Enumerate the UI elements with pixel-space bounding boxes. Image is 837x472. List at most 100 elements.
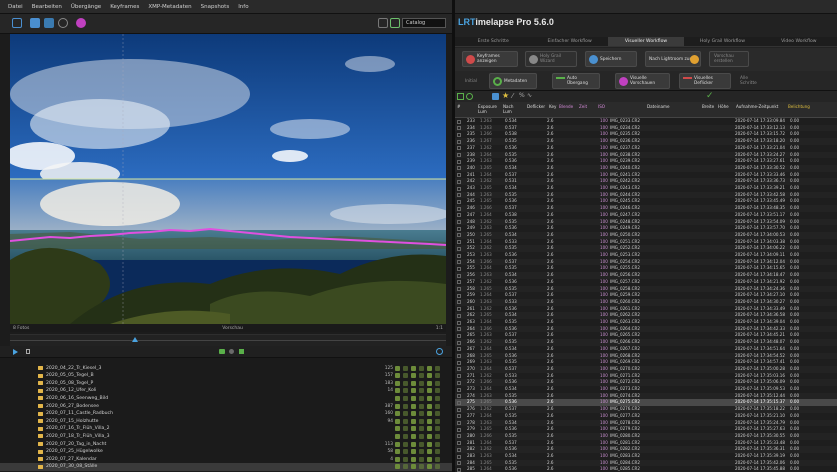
table-row[interactable]: 281 1.264 0.537 2.6 100 IMG_0281.CR2 2020-07-1… bbox=[455, 440, 837, 447]
stop-icon[interactable] bbox=[26, 349, 30, 354]
table-row[interactable]: 284 1.265 0.535 2.6 100 IMG_0284.CR2 2020-07-1… bbox=[455, 459, 837, 467]
keyframe-marker[interactable] bbox=[411, 441, 416, 447]
row-checkbox[interactable] bbox=[457, 340, 461, 345]
keyframe-marker[interactable] bbox=[419, 373, 424, 379]
keyframe-marker[interactable] bbox=[435, 418, 440, 424]
create-preview-button[interactable]: Vorschau erstellen bbox=[709, 51, 749, 67]
keyframe-marker[interactable] bbox=[411, 411, 416, 417]
keyframe-marker[interactable] bbox=[403, 403, 408, 409]
row-checkbox[interactable] bbox=[457, 333, 461, 338]
search-input[interactable]: Catalog bbox=[402, 18, 446, 28]
col-aperture[interactable]: Blende bbox=[559, 104, 573, 109]
tab-visual-workflow[interactable]: Visueller Workflow bbox=[607, 37, 685, 46]
keyframe-marker[interactable] bbox=[435, 441, 440, 447]
table-row[interactable]: 242 1.262 0.531 2.6 100 IMG_0242.CR2 2020-07-1… bbox=[455, 178, 837, 185]
auto-transition-button[interactable]: Auto Übergang bbox=[552, 73, 600, 89]
keyframe-marker[interactable] bbox=[435, 426, 440, 432]
table-row[interactable]: 251 1.264 0.533 2.6 100 IMG_0251.CR2 2020-07-1… bbox=[455, 239, 837, 246]
col-time[interactable]: Zeit bbox=[579, 104, 587, 109]
row-checkbox[interactable] bbox=[457, 119, 461, 124]
keyframe-marker[interactable] bbox=[435, 365, 440, 371]
row-checkbox[interactable] bbox=[457, 447, 461, 452]
keyframe-marker[interactable] bbox=[403, 456, 408, 462]
keyframe-marker[interactable] bbox=[419, 464, 424, 470]
keyframe-marker[interactable] bbox=[395, 449, 400, 455]
col-capture-time[interactable]: Aufnahme-Zeitpunkt bbox=[736, 104, 780, 109]
table-row[interactable]: 265 1.263 0.537 2.6 100 IMG_0265.CR2 2020-07-1… bbox=[455, 332, 837, 339]
menu-keyframes[interactable]: Keyframes bbox=[110, 4, 139, 10]
row-checkbox[interactable] bbox=[457, 153, 461, 157]
tree-item[interactable]: 2020_07_30_08_Ställe bbox=[0, 462, 452, 471]
keyframe-marker[interactable] bbox=[395, 403, 400, 409]
row-checkbox[interactable] bbox=[457, 146, 461, 151]
keyframe-marker[interactable] bbox=[403, 418, 408, 424]
tab-video-workflow[interactable]: Video Workflow bbox=[761, 37, 837, 46]
keyframe-marker[interactable] bbox=[427, 388, 432, 394]
row-checkbox[interactable] bbox=[457, 193, 461, 198]
keyframe-marker[interactable] bbox=[403, 426, 408, 432]
row-checkbox[interactable] bbox=[457, 394, 461, 399]
row-checkbox[interactable] bbox=[457, 206, 461, 211]
table-row[interactable]: 279 1.265 0.536 2.6 100 IMG_0279.CR2 2020-07-1… bbox=[455, 426, 837, 433]
keyframe-marker[interactable] bbox=[427, 403, 432, 409]
menu-datei[interactable]: Datei bbox=[8, 4, 23, 10]
tab-simple-workflow[interactable]: Einfacher Workflow bbox=[531, 37, 607, 46]
table-row[interactable]: 259 1.264 0.537 2.6 100 IMG_0259.CR2 2020-07-1… bbox=[455, 292, 837, 299]
table-row[interactable]: 234 1.263 0.537 2.6 100 IMG_0234.CR2 2020-07-1… bbox=[455, 124, 837, 132]
table-row[interactable]: 283 1.263 0.534 2.6 100 IMG_0283.CR2 2020-07-1… bbox=[455, 453, 837, 460]
tab-first-steps[interactable]: Erste Schritte bbox=[455, 37, 531, 46]
curve-icon[interactable]: ∿ bbox=[527, 92, 532, 100]
table-row[interactable]: 241 1.264 0.537 2.6 100 IMG_0241.CR2 2020-07-1… bbox=[455, 172, 837, 179]
row-checkbox[interactable] bbox=[457, 434, 461, 439]
table-row[interactable]: 257 1.262 0.536 2.6 100 IMG_0257.CR2 2020-07-1… bbox=[455, 279, 837, 286]
timeline-track[interactable] bbox=[10, 334, 446, 346]
row-checkbox[interactable] bbox=[457, 220, 461, 224]
select-all-icon[interactable] bbox=[457, 93, 464, 100]
keyframe-marker[interactable] bbox=[419, 456, 424, 462]
row-checkbox[interactable] bbox=[457, 287, 461, 291]
keyframe-marker[interactable] bbox=[427, 456, 432, 462]
table-row[interactable]: 272 1.266 0.536 2.6 100 IMG_0272.CR2 2020-07-1… bbox=[455, 379, 837, 386]
row-checkbox[interactable] bbox=[457, 273, 461, 278]
search-icon[interactable] bbox=[58, 18, 68, 28]
row-checkbox[interactable] bbox=[457, 421, 461, 425]
tab-holy-grail-workflow[interactable]: Holy Grail Workflow bbox=[684, 37, 760, 46]
row-checkbox[interactable] bbox=[457, 461, 461, 466]
keyframe-marker[interactable] bbox=[435, 395, 440, 401]
keyframe-marker[interactable] bbox=[427, 395, 432, 401]
expand-icon[interactable] bbox=[378, 18, 388, 28]
grid-icon[interactable] bbox=[390, 18, 400, 28]
menu-xmp[interactable]: XMP-Metadaten bbox=[148, 4, 191, 10]
row-checkbox[interactable] bbox=[457, 307, 461, 312]
initial-button[interactable]: Initial bbox=[462, 73, 486, 89]
keyframe-marker[interactable] bbox=[395, 464, 400, 470]
star-icon[interactable]: ★ bbox=[502, 92, 509, 100]
keyframe-marker[interactable] bbox=[427, 441, 432, 447]
row-checkbox[interactable] bbox=[457, 266, 461, 271]
keyframe-marker[interactable] bbox=[427, 433, 432, 439]
keyframe-marker[interactable] bbox=[427, 418, 432, 424]
table-row[interactable]: 270 1.264 0.537 2.6 100 IMG_0270.CR2 2020-07-1… bbox=[455, 365, 837, 373]
menu-uebergaenge[interactable]: Übergänge bbox=[71, 4, 101, 10]
table-row[interactable]: 244 1.263 0.535 2.6 100 IMG_0244.CR2 2020-07-1… bbox=[455, 191, 837, 199]
keyframe-marker[interactable] bbox=[419, 433, 424, 439]
table-row[interactable]: 247 1.264 0.538 2.6 100 IMG_0247.CR2 2020-07-1… bbox=[455, 212, 837, 219]
table-row[interactable]: 266 1.262 0.535 2.6 100 IMG_0266.CR2 2020-07-1… bbox=[455, 339, 837, 346]
visual-deflicker-button[interactable]: Visuelles Deflicker bbox=[679, 73, 731, 89]
table-row[interactable]: 285 1.264 0.536 2.6 100 IMG_0285.CR2 2020-07-1… bbox=[455, 466, 837, 472]
back-to-lightroom-button[interactable]: Nach Lightroom zurück bbox=[645, 51, 701, 67]
row-checkbox[interactable] bbox=[457, 260, 461, 265]
table-row[interactable]: 262 1.265 0.534 2.6 100 IMG_0262.CR2 2020-07-1… bbox=[455, 312, 837, 319]
row-checkbox[interactable] bbox=[457, 300, 461, 305]
row-checkbox[interactable] bbox=[457, 427, 461, 432]
keyframe-marker[interactable] bbox=[403, 373, 408, 379]
keyframe-marker[interactable] bbox=[419, 365, 424, 371]
row-checkbox[interactable] bbox=[457, 213, 461, 218]
filmstrip-icon[interactable] bbox=[44, 18, 54, 28]
percent-icon[interactable]: % bbox=[519, 92, 525, 100]
table-row[interactable]: 260 1.263 0.533 2.6 100 IMG_0260.CR2 2020-07-1… bbox=[455, 298, 837, 306]
row-checkbox[interactable] bbox=[457, 246, 461, 251]
row-checkbox[interactable] bbox=[457, 186, 461, 191]
row-checkbox[interactable] bbox=[457, 407, 461, 412]
row-checkbox[interactable] bbox=[457, 380, 461, 385]
